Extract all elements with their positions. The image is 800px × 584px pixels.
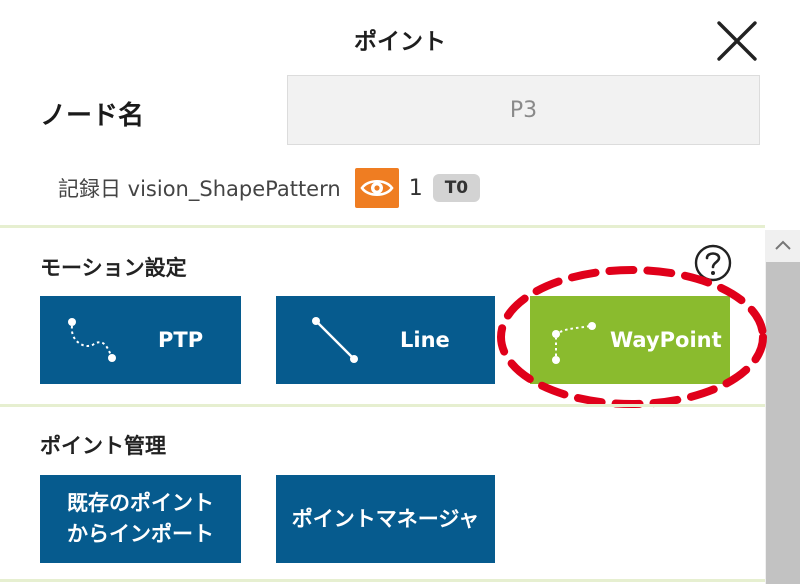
section-divider <box>0 404 765 407</box>
line-button[interactable]: Line <box>276 296 495 384</box>
section-divider <box>0 225 765 228</box>
line-label: Line <box>400 328 450 352</box>
record-info-row: 記録日 vision_ShapePattern 1 T0 <box>58 168 481 208</box>
point-manager-label: ポイントマネージャ <box>291 506 480 531</box>
help-icon <box>694 244 732 282</box>
waypoint-button[interactable]: WayPoint <box>530 296 730 384</box>
vision-eye-badge[interactable] <box>354 168 399 208</box>
point-dialog: ポイント ノード名 記録日 vision_ShapePattern 1 T0 モ… <box>0 0 800 584</box>
motion-settings-title: モーション設定 <box>40 256 187 280</box>
dialog-title: ポイント <box>354 29 446 55</box>
section-divider <box>0 579 765 582</box>
ptp-label: PTP <box>158 328 204 352</box>
help-button[interactable] <box>693 243 733 283</box>
waypoint-icon <box>552 322 596 364</box>
point-manager-button[interactable]: ポイントマネージャ <box>276 475 495 563</box>
node-name-label: ノード名 <box>40 101 145 131</box>
eye-icon <box>360 179 394 197</box>
import-label-line1: 既存のポイント <box>67 491 214 515</box>
record-info-text: 記録日 vision_ShapePattern <box>58 177 341 201</box>
import-label: 既存のポイント からインポート <box>67 488 214 550</box>
close-icon <box>717 21 757 61</box>
chevron-up-icon <box>774 240 791 250</box>
import-existing-points-button[interactable]: 既存のポイント からインポート <box>40 475 241 563</box>
tool-badge: T0 <box>432 174 481 202</box>
close-button[interactable] <box>712 18 762 64</box>
ptp-button[interactable]: PTP <box>40 296 241 384</box>
scrollbar-thumb[interactable] <box>766 262 800 584</box>
line-icon <box>312 317 358 363</box>
ptp-curve-icon <box>68 318 116 362</box>
waypoint-label: WayPoint <box>610 328 722 352</box>
import-label-line2: からインポート <box>67 522 214 546</box>
vision-count: 1 <box>408 175 423 201</box>
node-name-input[interactable] <box>287 75 760 145</box>
scroll-up-button[interactable] <box>765 230 800 260</box>
point-management-title: ポイント管理 <box>40 434 166 458</box>
